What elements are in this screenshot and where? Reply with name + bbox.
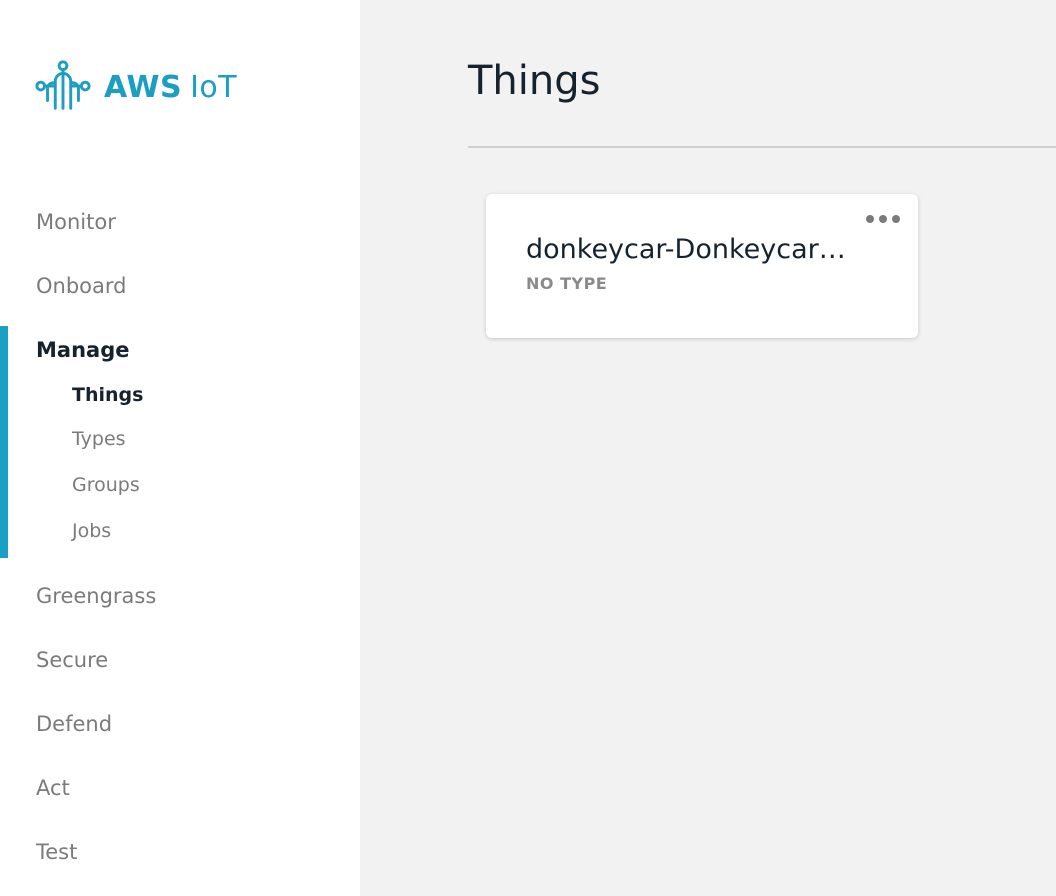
sidebar-item-secure[interactable]: Secure [36,648,108,672]
title-divider [468,146,1056,148]
page-title: Things [468,58,601,104]
brand-name: AWS IoT [104,70,237,105]
sidebar-subitem-types[interactable]: Types [72,428,126,450]
sidebar-subitem-things[interactable]: Things [72,384,143,406]
sidebar-item-act[interactable]: Act [36,776,70,800]
sidebar-item-defend[interactable]: Defend [36,712,112,736]
menu-dot [879,215,887,223]
sidebar-item-greengrass[interactable]: Greengrass [36,584,156,608]
sidebar-item-test[interactable]: Test [36,840,77,864]
sidebar-subitem-groups[interactable]: Groups [72,474,140,496]
main-content: Things donkeycar-Donkeycar… NO TYPE [360,0,1056,896]
more-options-icon[interactable] [866,210,900,228]
aws-iot-console: AWS IoT Monitor Onboard Manage Things Typ… [0,0,1056,896]
sidebar-item-monitor[interactable]: Monitor [36,210,116,234]
brand-name-aws: AWS [104,69,183,105]
brand[interactable]: AWS IoT [34,58,237,116]
sidebar-item-manage[interactable]: Manage [36,338,129,362]
menu-dot [866,215,874,223]
sidebar: AWS IoT Monitor Onboard Manage Things Typ… [0,0,360,896]
thing-name[interactable]: donkeycar-Donkeycar… [526,234,876,265]
active-section-indicator [0,326,8,558]
thing-type: NO TYPE [526,274,608,293]
iot-brain-circuit-icon [35,60,91,110]
brand-name-iot: IoT [190,69,238,105]
sidebar-subitem-jobs[interactable]: Jobs [72,520,111,542]
sidebar-item-onboard[interactable]: Onboard [36,274,126,298]
menu-dot [892,215,900,223]
thing-card[interactable]: donkeycar-Donkeycar… NO TYPE [486,194,918,338]
